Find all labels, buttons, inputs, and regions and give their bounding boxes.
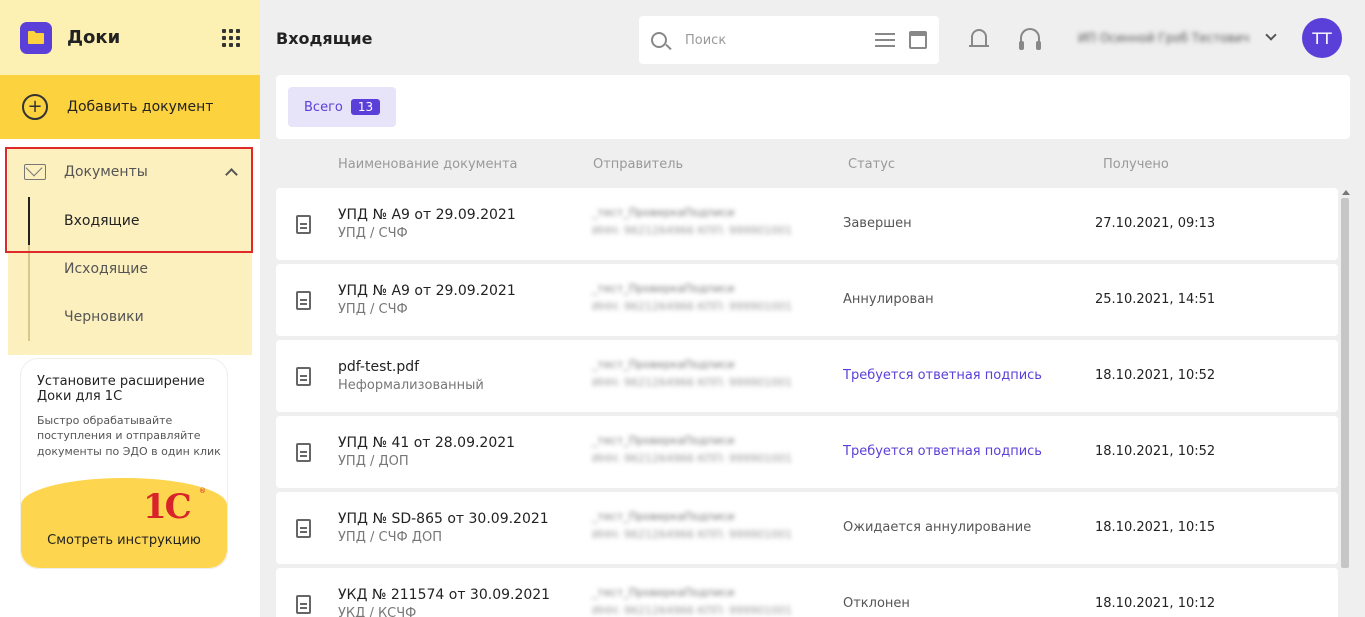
document-type: УКД / КСЧФ bbox=[338, 606, 417, 617]
add-document-label: Добавить документ bbox=[67, 99, 214, 115]
document-name: УПД № А9 от 29.09.2021 bbox=[338, 207, 516, 223]
document-type: УПД / СЧФ ДОП bbox=[338, 530, 442, 545]
sidebar-item-outgoing[interactable]: Исходящие bbox=[8, 245, 252, 293]
promo-title: Установите расширение Доки для 1С bbox=[37, 374, 205, 404]
sender-name: _тест_ПроверкаПодписи bbox=[592, 510, 735, 523]
status-link[interactable]: Требуется ответная подпись bbox=[843, 444, 1042, 459]
column-header-name[interactable]: Наименование документа bbox=[338, 157, 518, 172]
sender-inn: ИНН: 9621264966 КПП: 999901001 bbox=[592, 300, 792, 313]
plus-circle-icon: + bbox=[22, 94, 48, 120]
received-date: 18.10.2021, 10:12 bbox=[1095, 596, 1216, 611]
status-text: Аннулирован bbox=[843, 292, 934, 307]
search-input[interactable] bbox=[685, 32, 855, 48]
column-header-status[interactable]: Статус bbox=[848, 157, 895, 172]
document-type: УПД / СЧФ bbox=[338, 302, 408, 317]
bell-icon[interactable] bbox=[969, 29, 989, 47]
support-headset-icon[interactable] bbox=[1019, 28, 1041, 50]
sender-inn: ИНН: 9621264966 КПП: 999901001 bbox=[592, 604, 792, 617]
scrollbar[interactable] bbox=[1340, 188, 1350, 617]
organization-name[interactable]: ИП Осинной Гроб Тестович bbox=[1078, 31, 1249, 45]
received-date: 18.10.2021, 10:52 bbox=[1095, 368, 1216, 383]
document-icon bbox=[296, 215, 311, 234]
document-name: УПД № SD-865 от 30.09.2021 bbox=[338, 511, 549, 527]
status-text: Завершен bbox=[843, 216, 912, 231]
sender-inn: ИНН: 9621264966 КПП: 999901001 bbox=[592, 376, 792, 389]
page-title: Входящие bbox=[276, 29, 373, 48]
document-name: УПД № 41 от 28.09.2021 bbox=[338, 435, 516, 451]
document-icon bbox=[296, 291, 311, 310]
add-document-button[interactable]: + Добавить документ bbox=[0, 75, 260, 139]
document-icon bbox=[296, 595, 311, 614]
column-header-sender[interactable]: Отправитель bbox=[593, 157, 683, 172]
received-date: 25.10.2021, 14:51 bbox=[1095, 292, 1216, 307]
document-icon bbox=[296, 443, 311, 462]
promo-description: Быстро обрабатывайте поступления и отпра… bbox=[37, 414, 221, 458]
scrollbar-thumb[interactable] bbox=[1341, 198, 1349, 568]
sender-inn: ИНН: 9621264966 КПП: 999901001 bbox=[592, 224, 792, 237]
documents-nav-group: Документы Входящие Исходящие Черновики bbox=[8, 147, 252, 355]
sender-name: _тест_ПроверкаПодписи bbox=[592, 206, 735, 219]
sender-name: _тест_ПроверкаПодписи bbox=[592, 358, 735, 371]
document-name: pdf-test.pdf bbox=[338, 359, 420, 375]
column-header-received[interactable]: Получено bbox=[1103, 157, 1169, 172]
status-text: Отклонен bbox=[843, 596, 910, 611]
received-date: 18.10.2021, 10:15 bbox=[1095, 520, 1216, 535]
sender-name: _тест_ПроверкаПодписи bbox=[592, 434, 735, 447]
table-row[interactable]: УПД № SD-865 от 30.09.2021 УПД / СЧФ ДОП… bbox=[276, 492, 1338, 564]
sidebar-item-incoming[interactable]: Входящие bbox=[8, 197, 252, 245]
filter-chip-all[interactable]: Всего 13 bbox=[288, 87, 397, 127]
mail-icon bbox=[24, 164, 46, 180]
sidebar-item-drafts[interactable]: Черновики bbox=[8, 293, 252, 341]
chevron-down-icon[interactable] bbox=[1265, 29, 1277, 41]
documents-nav-label: Документы bbox=[64, 164, 148, 180]
folder-icon[interactable] bbox=[20, 21, 52, 54]
search-bar bbox=[639, 16, 939, 64]
scroll-up-arrow-icon[interactable] bbox=[1342, 190, 1350, 195]
avatar[interactable]: ТТ bbox=[1302, 18, 1342, 58]
document-type: УПД / СЧФ bbox=[338, 226, 408, 241]
brand-bar: Доки bbox=[0, 0, 260, 75]
filter-card: Всего 13 bbox=[276, 75, 1350, 139]
status-link[interactable]: Требуется ответная подпись bbox=[843, 368, 1042, 383]
calendar-icon[interactable] bbox=[909, 31, 927, 49]
apps-grid-icon[interactable] bbox=[222, 28, 240, 47]
registered-mark: ® bbox=[199, 487, 206, 495]
filter-sliders-icon[interactable] bbox=[875, 31, 895, 49]
document-name: УПД № А9 от 29.09.2021 bbox=[338, 283, 516, 299]
table-row[interactable]: УКД № 211574 от 30.09.2021 УКД / КСЧФ _т… bbox=[276, 568, 1338, 617]
table-row[interactable]: pdf-test.pdf Неформализованный _тест_Про… bbox=[276, 340, 1338, 412]
promo-background bbox=[21, 478, 227, 568]
filter-chip-label: Всего bbox=[304, 99, 343, 115]
sender-name: _тест_ПроверкаПодписи bbox=[592, 282, 735, 295]
1c-logo: 1С bbox=[143, 487, 192, 527]
table-row[interactable]: УПД № А9 от 29.09.2021 УПД / СЧФ _тест_П… bbox=[276, 188, 1338, 260]
document-icon bbox=[296, 519, 311, 538]
table-row[interactable]: УПД № А9 от 29.09.2021 УПД / СЧФ _тест_П… bbox=[276, 264, 1338, 336]
received-date: 18.10.2021, 10:52 bbox=[1095, 444, 1216, 459]
sender-inn: ИНН: 9621264966 КПП: 999901001 bbox=[592, 452, 792, 465]
sender-inn: ИНН: 9621264966 КПП: 999901001 bbox=[592, 528, 792, 541]
view-instructions-button[interactable]: Смотреть инструкцию bbox=[21, 533, 227, 548]
filter-chip-count: 13 bbox=[350, 99, 381, 115]
document-type: Неформализованный bbox=[338, 378, 484, 393]
status-text: Ожидается аннулирование bbox=[843, 520, 1032, 535]
app-name: Доки bbox=[67, 27, 121, 48]
chevron-up-icon bbox=[225, 167, 238, 181]
document-icon bbox=[296, 367, 311, 386]
promo-card: Установите расширение Доки для 1С Быстро… bbox=[20, 358, 228, 569]
received-date: 27.10.2021, 09:13 bbox=[1095, 216, 1216, 231]
table-row[interactable]: УПД № 41 от 28.09.2021 УПД / ДОП _тест_П… bbox=[276, 416, 1338, 488]
documents-nav-toggle[interactable]: Документы bbox=[8, 147, 252, 197]
document-name: УКД № 211574 от 30.09.2021 bbox=[338, 587, 551, 603]
search-icon bbox=[651, 32, 667, 48]
sender-name: _тест_ПроверкаПодписи bbox=[592, 586, 735, 599]
document-type: УПД / ДОП bbox=[338, 454, 409, 469]
